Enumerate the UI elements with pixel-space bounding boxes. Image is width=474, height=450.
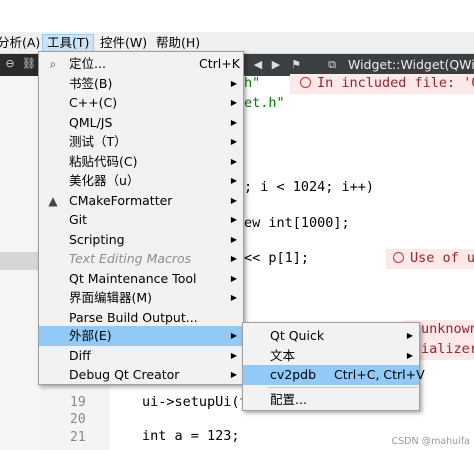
submenu-arrow-icon: ▶ (230, 176, 237, 185)
back-icon[interactable]: ◀ (250, 57, 266, 73)
menu-item-qml-js[interactable]: QML/JS ▶ (39, 113, 243, 133)
search-icon: ⌕ (49, 57, 57, 71)
bookmark-icon[interactable]: ⚑ (288, 57, 304, 73)
menu-widgets[interactable]: 控件(W) (96, 34, 151, 52)
split-icon[interactable]: ⧉ (324, 57, 340, 73)
warning-message: unknown (421, 321, 474, 337)
menu-item-test[interactable]: 测试（T） ▶ (39, 132, 243, 152)
link-icon[interactable]: ⛓ (22, 58, 36, 70)
warning-message: ializer (421, 341, 474, 357)
submenu-arrow-icon: ▶ (230, 156, 237, 166)
submenu-arrow-icon: ▶ (230, 117, 237, 127)
selected-tree-row[interactable] (0, 252, 42, 270)
submenu-arrow-icon: ▶ (406, 350, 413, 360)
external-submenu: Qt Quick ▶ 文本 ▶ cv2pdb Ctrl+C, Ctrl+V 配置… (242, 322, 425, 411)
menu-item-paste-code[interactable]: 粘贴代码(C) ▶ (39, 152, 243, 172)
tools-dropdown-menu: ⌕ 定位... Ctrl+K 书签(B) ▶ C++(C) ▶ QML/JS ▶… (38, 51, 244, 385)
menu-analyze[interactable]: 分析(A) (0, 34, 44, 52)
submenu-item-qt-quick[interactable]: Qt Quick ▶ (243, 326, 419, 346)
submenu-arrow-icon: ▶ (230, 254, 237, 263)
submenu-item-configure[interactable]: 配置... (243, 390, 419, 410)
code-line: h" (244, 75, 261, 91)
watermark: CSDN @mahuifa (391, 436, 470, 447)
warning-circle-icon (300, 77, 311, 88)
code-line: << p[1]; (244, 250, 310, 266)
submenu-arrow-icon: ▶ (230, 234, 237, 244)
menu-item-cpp[interactable]: C++(C) ▶ (39, 93, 243, 113)
warning-message: In included file: 'Q (300, 75, 474, 91)
code-line: ui->setupUi(t (142, 394, 248, 410)
line-number: 19 (70, 395, 86, 410)
function-selector[interactable]: Widget::Widget(QWi... (348, 54, 474, 76)
submenu-arrow-icon: ▶ (230, 331, 237, 340)
menu-item-scripting[interactable]: Scripting ▶ (39, 230, 243, 250)
menu-separator (267, 387, 417, 388)
menu-item-debug-qt-creator[interactable]: Debug Qt Creator ▶ (39, 365, 243, 385)
menu-item-form-editor[interactable]: 界面编辑器(M) ▶ (39, 288, 243, 308)
submenu-arrow-icon: ▶ (230, 78, 237, 88)
menu-item-text-editing-macros: Text Editing Macros ▶ (39, 249, 243, 269)
menu-item-beautifier[interactable]: 美化器（u） ▶ (39, 171, 243, 191)
menu-help[interactable]: 帮助(H) (152, 34, 204, 52)
menu-item-diff[interactable]: Diff ▶ (39, 346, 243, 366)
submenu-arrow-icon: ▶ (230, 195, 237, 205)
submenu-arrow-icon: ▶ (230, 293, 237, 302)
line-number: 21 (70, 430, 86, 445)
code-line: int a = 123; (142, 428, 240, 444)
warning-triangle-icon: ▲ (48, 193, 58, 208)
menu-item-parse-build-output[interactable]: Parse Build Output... (39, 308, 243, 328)
warning-message: Use of u (393, 250, 474, 266)
submenu-arrow-icon: ▶ (406, 331, 413, 340)
project-tree-panel (0, 76, 42, 450)
menu-item-external[interactable]: 外部(E) ▶ (39, 326, 243, 346)
menu-item-qt-maintenance-tool[interactable]: Qt Maintenance Tool ▶ (39, 269, 243, 289)
submenu-arrow-icon: ▶ (230, 137, 237, 146)
code-line: et.h" (244, 95, 285, 111)
submenu-arrow-icon: ▶ (230, 350, 237, 360)
code-line: ; i < 1024; i++) (244, 179, 375, 195)
line-number: 20 (70, 412, 86, 427)
forward-icon[interactable]: ▶ (268, 57, 284, 73)
submenu-arrow-icon: ▶ (230, 98, 237, 107)
menu-item-cmake-formatter[interactable]: ▲ CMakeFormatter ▶ (39, 191, 243, 211)
code-line: ew int[1000]; (244, 215, 350, 231)
menu-item-locate[interactable]: ⌕ 定位... Ctrl+K (39, 54, 243, 74)
menu-item-bookmarks[interactable]: 书签(B) ▶ (39, 74, 243, 94)
filter-icon[interactable]: ⊖ (4, 58, 16, 70)
warning-circle-icon (393, 252, 404, 263)
menu-tools[interactable]: 工具(T) (42, 34, 95, 52)
submenu-item-text[interactable]: 文本 ▶ (243, 346, 419, 366)
menu-item-git[interactable]: Git ▶ (39, 210, 243, 230)
submenu-arrow-icon: ▶ (230, 273, 237, 283)
submenu-arrow-icon: ▶ (230, 215, 237, 224)
left-toolbar: ⊖ ⛓ (0, 54, 42, 76)
submenu-arrow-icon: ▶ (230, 370, 237, 379)
submenu-item-cv2pdb[interactable]: cv2pdb Ctrl+C, Ctrl+V (243, 365, 425, 385)
